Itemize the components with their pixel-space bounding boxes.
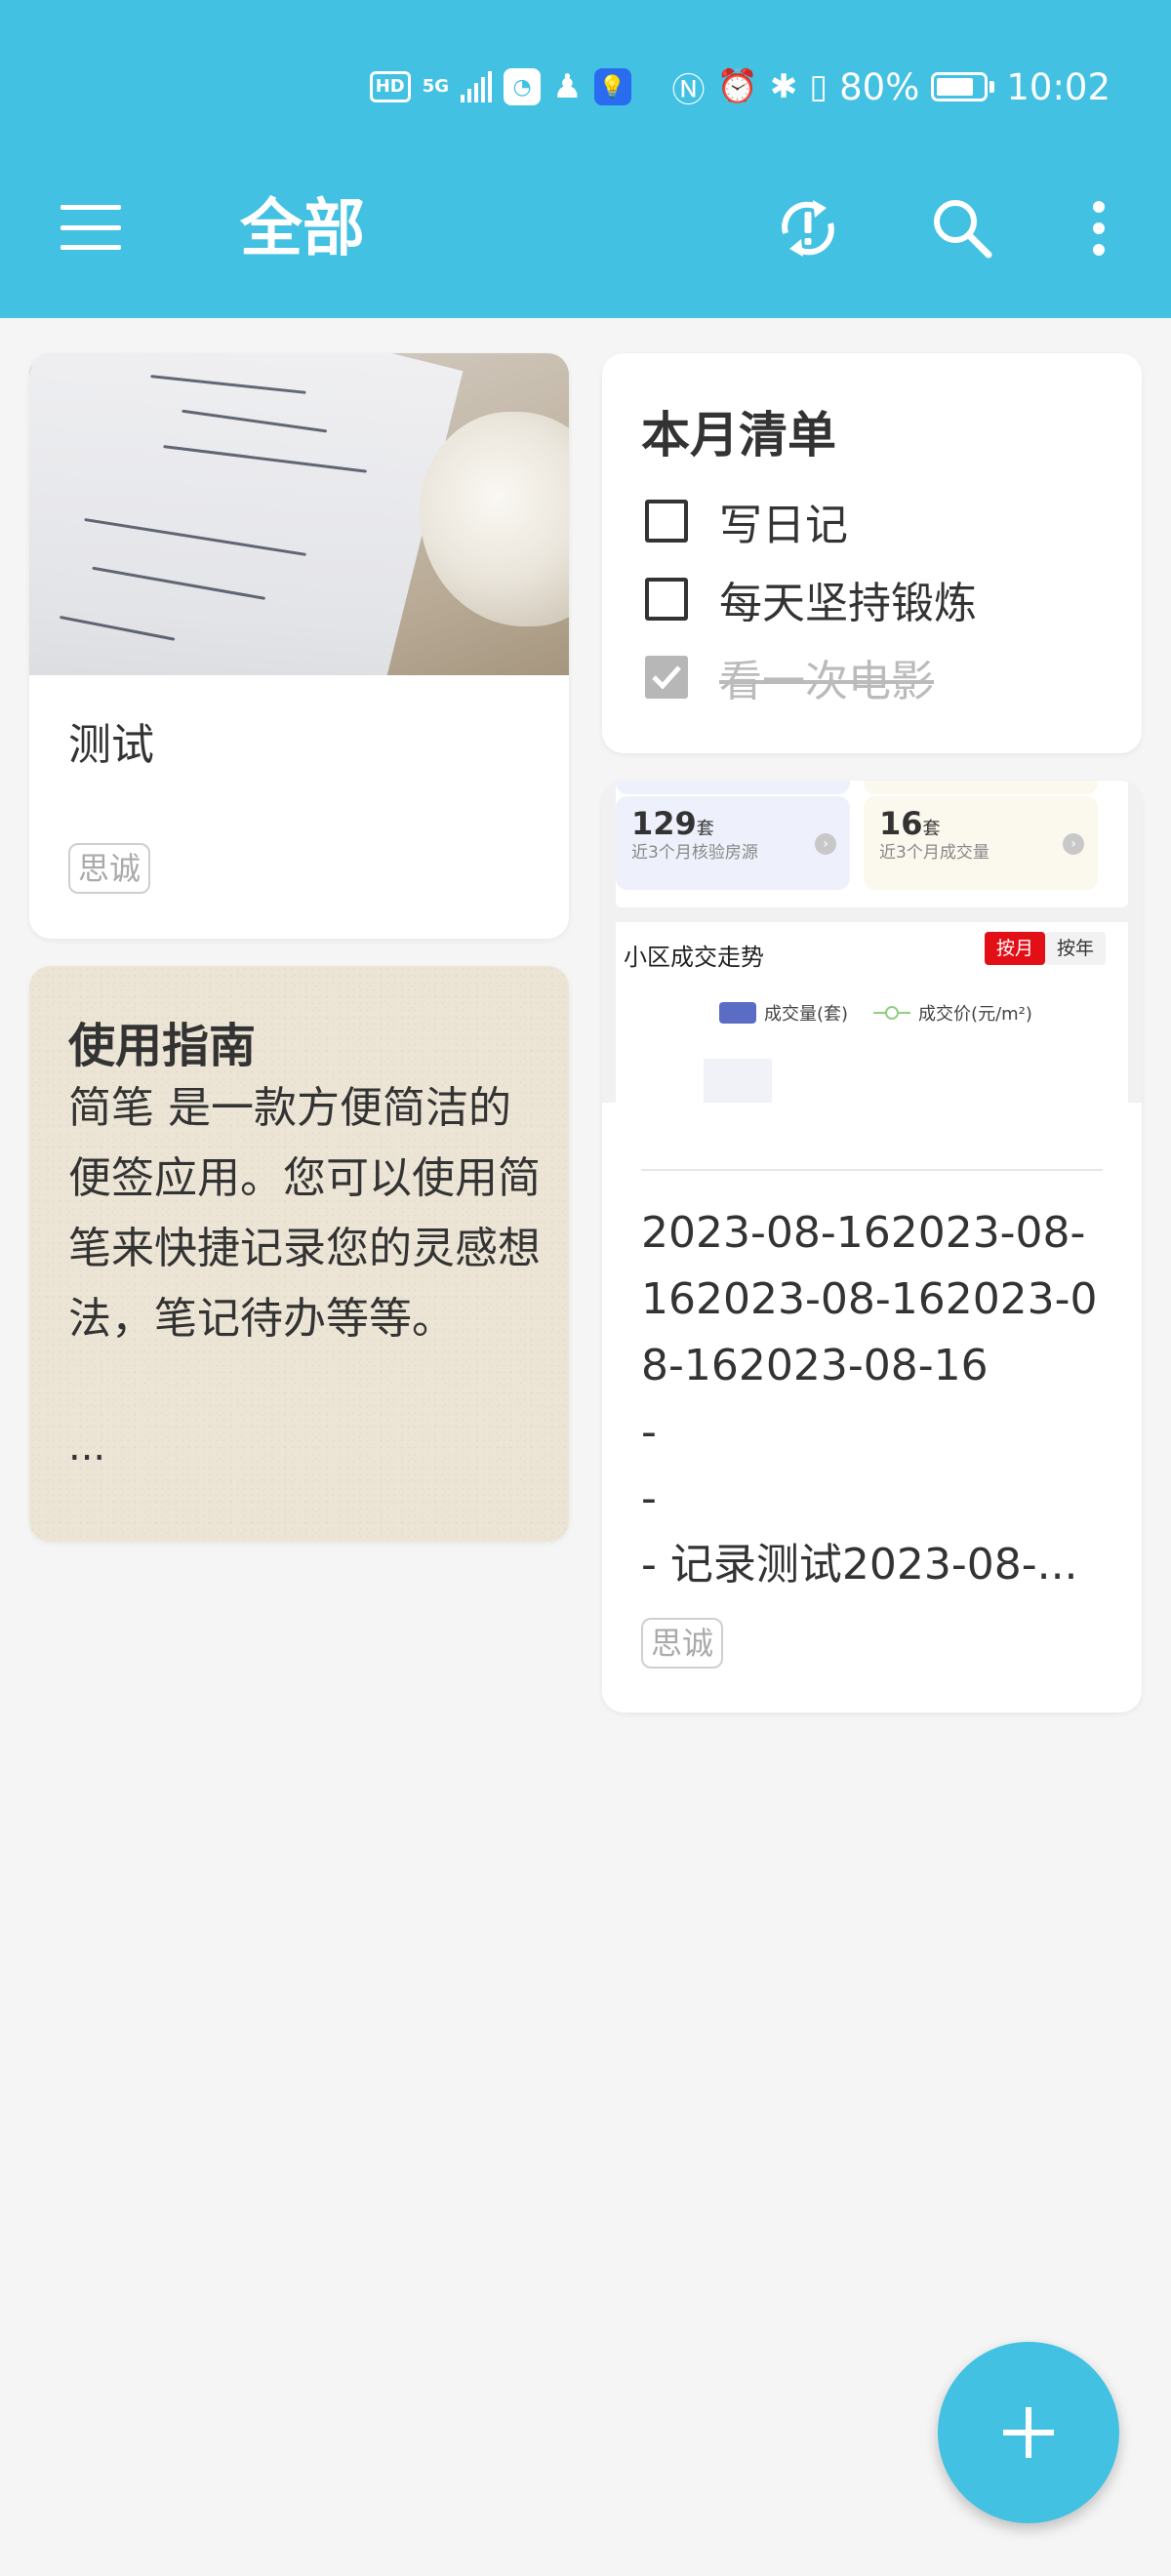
- note-photo: [29, 353, 569, 675]
- status-bar: HD 5G ◔ ♟ 💡 Ⓝ ⏰ ✱ ▯ 80% 10:02: [369, 62, 1110, 111]
- note-title: 本月清单: [641, 407, 836, 463]
- clock: 10:02: [1006, 65, 1110, 108]
- checklist-item[interactable]: 看一次电影: [645, 648, 934, 706]
- app-header: HD 5G ◔ ♟ 💡 Ⓝ ⏰ ✱ ▯ 80% 10:02 全部: [0, 0, 1171, 318]
- battery-percent: 80%: [839, 65, 920, 108]
- checklist-item-label: 写日记: [719, 501, 848, 550]
- qq-icon: ♟: [552, 67, 583, 106]
- add-note-button[interactable]: [938, 2342, 1119, 2523]
- stat-card: 129套 近3个月核验房源 ›: [616, 796, 850, 890]
- arrow-right-icon: ›: [1063, 833, 1084, 855]
- chart-legend: 成交量(套) 成交价(元/m²): [719, 1000, 1032, 1026]
- note-title: 使用指南: [68, 1019, 257, 1073]
- checkbox-checked[interactable]: [645, 656, 688, 699]
- checklist-item[interactable]: 每天坚持锻炼: [645, 570, 977, 628]
- signal-icon: [461, 71, 493, 102]
- legend-bar-swatch: [719, 1002, 756, 1024]
- app-notification-icon: ◔: [504, 68, 542, 105]
- alarm-icon: ⏰: [716, 67, 758, 106]
- search-icon[interactable]: [925, 191, 999, 265]
- note-tag[interactable]: 思诚: [68, 843, 151, 894]
- checklist-item-label: 每天坚持锻炼: [719, 579, 977, 628]
- stat-card: 16套 近3个月成交量 ›: [864, 796, 1098, 890]
- checklist-item[interactable]: 写日记: [645, 492, 848, 550]
- network-type-icon: 5G: [422, 76, 450, 97]
- note-body: 简笔 是一款方便简洁的便签应用。您可以使用简笔来快捷记录您的灵感想法，笔记待办等…: [68, 1083, 541, 1344]
- checklist-item-label: 看一次电影: [719, 657, 934, 706]
- menu-icon[interactable]: [61, 205, 121, 250]
- toggle-month: 按月: [985, 932, 1046, 965]
- note-title: 测试: [68, 720, 154, 770]
- note-card-record[interactable]: 129套 近3个月核验房源 › 16套 近3个月成交量 › 小区成交走势 按月 …: [602, 781, 1142, 1712]
- legend-line-swatch: [873, 1002, 911, 1024]
- period-toggle: 按月 按年: [985, 932, 1107, 965]
- page-title: 全部: [240, 193, 365, 265]
- checkbox[interactable]: [645, 500, 688, 543]
- note-ellipsis: ...: [68, 1425, 106, 1469]
- battery-icon: [931, 72, 995, 101]
- legend-label: 成交量(套): [764, 1004, 849, 1025]
- note-tag[interactable]: 思诚: [641, 1618, 724, 1669]
- divider: [641, 1169, 1103, 1171]
- note-card-guide[interactable]: 使用指南 简笔 是一款方便简洁的便签应用。您可以使用简笔来快捷记录您的灵感想法，…: [29, 966, 569, 1542]
- note-body: 2023-08-162023-08-162023-08-162023-08-16…: [641, 1208, 1098, 1590]
- note-card-test[interactable]: 测试 思诚: [29, 353, 569, 939]
- note-screenshot: 129套 近3个月核验房源 › 16套 近3个月成交量 › 小区成交走势 按月 …: [602, 781, 1142, 1103]
- sync-alert-icon[interactable]: [771, 191, 845, 265]
- hd-icon: HD: [369, 71, 411, 102]
- checkbox[interactable]: [645, 578, 688, 621]
- legend-label: 成交价(元/m²): [918, 1004, 1032, 1025]
- arrow-right-icon: ›: [815, 833, 836, 855]
- bluetooth-icon: ✱: [769, 67, 798, 106]
- check-icon: [652, 665, 681, 690]
- chart-title: 小区成交走势: [624, 944, 764, 971]
- bulb-notification-icon: 💡: [593, 68, 631, 105]
- toggle-year: 按年: [1045, 932, 1107, 965]
- plus-icon: [1003, 2407, 1054, 2458]
- note-card-checklist[interactable]: 本月清单 写日记 每天坚持锻炼 看一次电影: [602, 353, 1142, 753]
- nfc-icon: Ⓝ: [671, 70, 706, 110]
- more-vertical-icon[interactable]: [1062, 191, 1136, 265]
- vibrate-icon: ▯: [809, 67, 828, 106]
